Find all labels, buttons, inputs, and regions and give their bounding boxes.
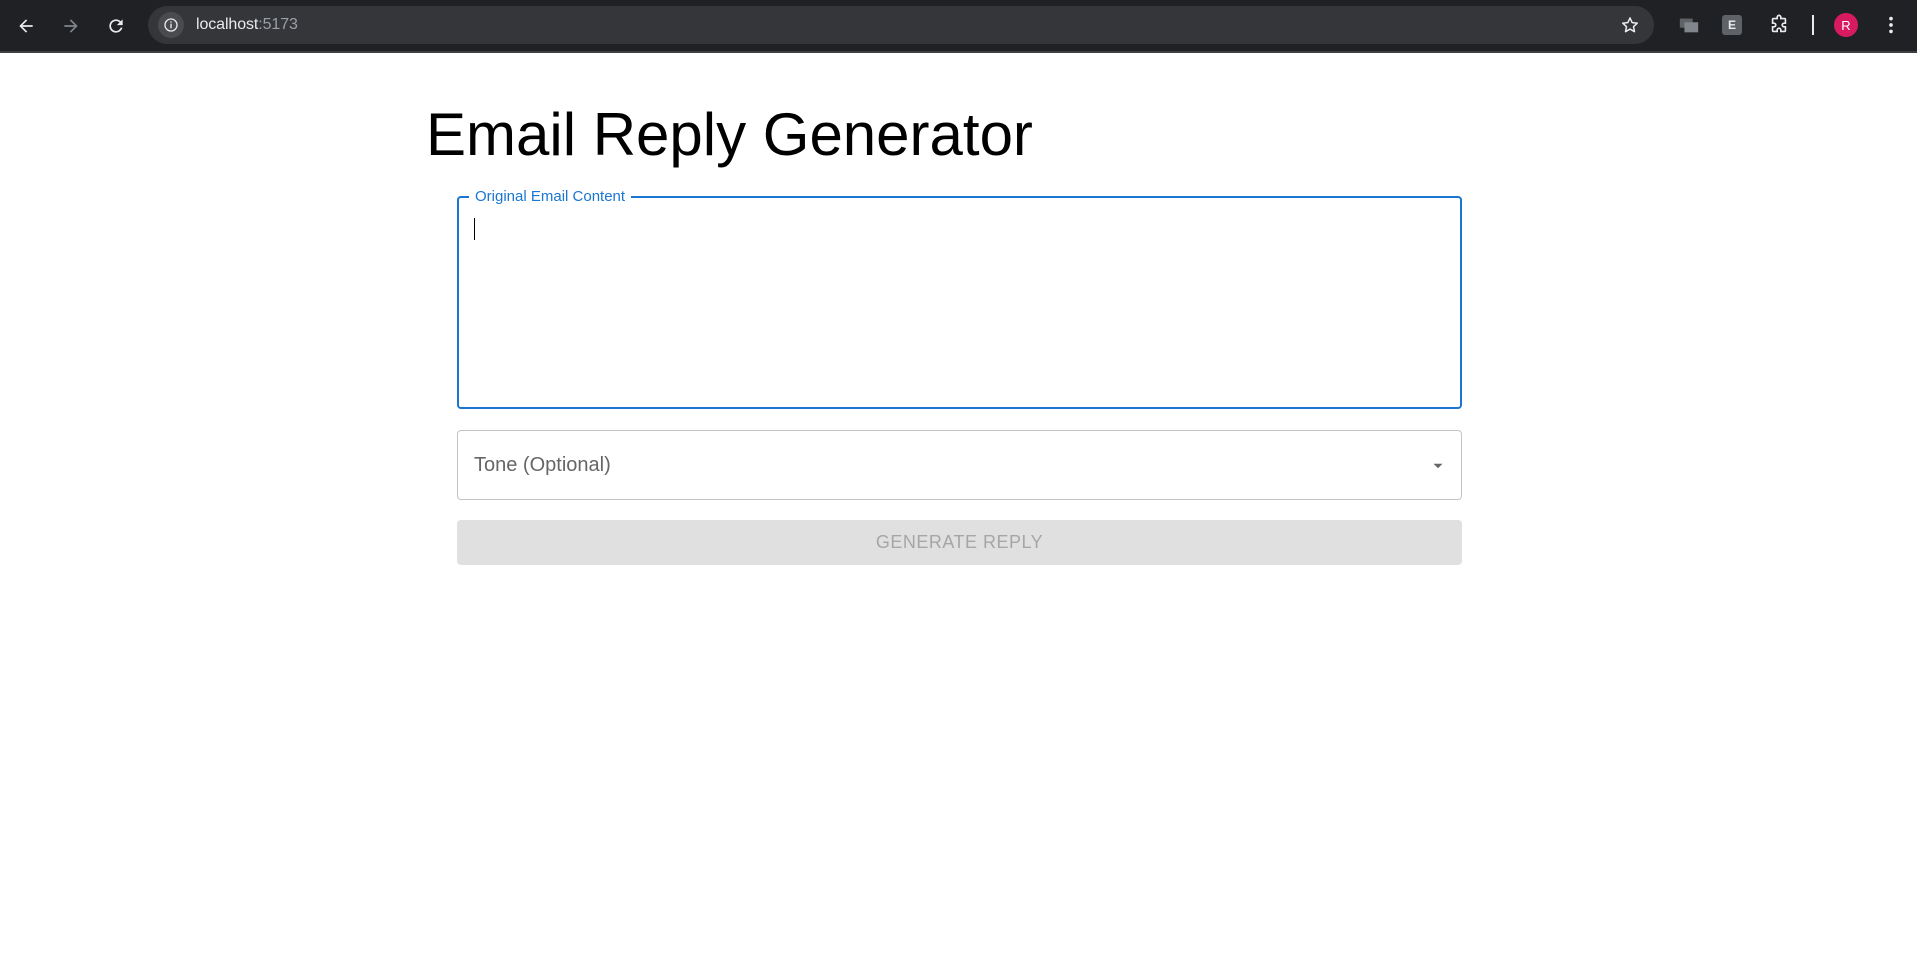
avatar-initial: R: [1841, 17, 1851, 33]
tone-select[interactable]: Tone (Optional): [457, 430, 1462, 500]
info-icon: [164, 18, 178, 32]
text-caret: [474, 218, 475, 240]
reload-icon: [109, 19, 123, 33]
original-email-textarea[interactable]: [473, 216, 1443, 396]
extensions-button[interactable]: [1768, 14, 1790, 36]
site-info-button[interactable]: [158, 12, 184, 38]
toolbar-divider: [1812, 15, 1814, 35]
url-port: :5173: [258, 16, 298, 33]
extension-e-label: E: [1727, 18, 1736, 32]
star-icon[interactable]: [1620, 15, 1640, 35]
page-title: Email Reply Generator: [426, 101, 1033, 168]
tone-select-label: Tone (Optional): [474, 454, 611, 476]
original-email-field[interactable]: Original Email Content: [457, 188, 1462, 409]
forward-button[interactable]: [57, 12, 85, 40]
back-button[interactable]: [12, 12, 40, 40]
url-text[interactable]: localhost:5173: [196, 16, 298, 34]
arrow-right-icon: [64, 19, 78, 33]
profile-avatar[interactable]: R: [1834, 13, 1858, 37]
address-bar[interactable]: localhost:5173: [148, 6, 1654, 44]
original-email-label: Original Email Content: [469, 188, 632, 206]
generate-reply-button[interactable]: GENERATE REPLY: [457, 520, 1462, 565]
tabs-icon: [1679, 18, 1699, 33]
puzzle-icon: [1771, 14, 1787, 33]
more-vertical-icon[interactable]: [1880, 14, 1902, 36]
url-host: localhost: [196, 16, 259, 33]
tab-search-button[interactable]: [1678, 14, 1700, 36]
extension-e-button[interactable]: E: [1722, 15, 1742, 35]
browser-toolbar: localhost:5173 E R: [0, 0, 1917, 53]
reload-button[interactable]: [102, 12, 130, 40]
page-content: Email Reply Generator Original Email Con…: [0, 55, 1917, 961]
caret-down-icon: [1433, 463, 1443, 469]
arrow-left-icon: [19, 19, 33, 33]
